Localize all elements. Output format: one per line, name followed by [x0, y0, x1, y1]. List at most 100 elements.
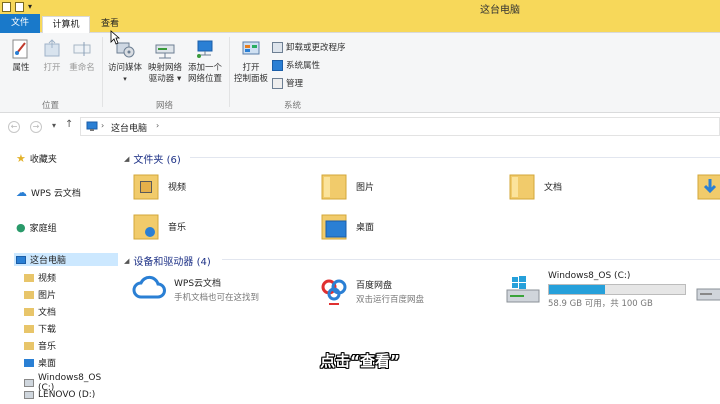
map-network-drive-button[interactable]: 映射网络 驱动器 ▾	[144, 37, 186, 85]
open-icon	[44, 39, 60, 57]
uninstall-label: 卸载或更改程序	[286, 43, 346, 53]
manage-icon	[272, 77, 283, 89]
folder-icon	[24, 307, 34, 316]
uninstall-program-button[interactable]: 卸载或更改程序	[272, 41, 346, 53]
sidebar-item-favorites[interactable]: ★ 收藏夹	[16, 152, 57, 165]
folder-icon	[24, 273, 34, 282]
address-input[interactable]: › 这台电脑 ›	[80, 117, 720, 136]
breadcrumb-separator-icon: ›	[101, 121, 105, 130]
sidebar-item-downloads[interactable]: 下载	[24, 322, 56, 335]
windows-drive-icon	[24, 379, 34, 387]
device-tile-baidu[interactable]: 百度网盘 双击运行百度网盘	[320, 275, 424, 307]
sys-props-label: 系统属性	[286, 61, 321, 71]
manage-label: 管理	[286, 79, 304, 89]
open-button[interactable]: 打开	[38, 37, 66, 74]
folder-tile-desktop[interactable]: 桌面	[320, 211, 374, 241]
windows-drive-icon	[506, 276, 540, 303]
video-folder-icon	[133, 174, 159, 200]
folder-tile-downloads[interactable]	[696, 171, 720, 201]
tab-file[interactable]: 文件	[0, 14, 40, 33]
ribbon: 属性 打开 重命名 位置 访问媒体 ▾ 映射网络 驱动器 ▾ 添加一个 网络位置…	[0, 33, 720, 113]
picture-folder-icon	[321, 174, 347, 200]
open-control-panel-button[interactable]: 打开 控制面板	[232, 37, 270, 85]
access-media-label: 访问媒体	[107, 63, 142, 73]
section-header-devices[interactable]: ◢ 设备和驱动器 (4)	[124, 253, 211, 269]
group-divider	[229, 37, 230, 107]
add-network-location-button[interactable]: 添加一个 网络位置	[184, 37, 226, 85]
device-tile-drive-c[interactable]: Windows8_OS (C:) 58.9 GB 可用，共 100 GB	[506, 271, 686, 309]
network-drive-icon	[155, 44, 175, 59]
chevron-down-icon: ◢	[124, 154, 130, 163]
folder-name: 文档	[544, 182, 563, 193]
system-properties-button[interactable]: 系统属性	[272, 59, 320, 71]
music-folder-icon	[133, 214, 159, 240]
folder-name: 图片	[356, 182, 375, 193]
breadcrumb: 这台电脑	[111, 124, 148, 134]
download-folder-icon	[697, 174, 720, 200]
folder-tile-music[interactable]: 音乐	[132, 211, 186, 241]
rename-button[interactable]: 重命名	[66, 37, 98, 74]
sidebar-item-drive-d[interactable]: LENOVO (D:)	[24, 390, 95, 400]
open-cp-label-2: 控制面板	[233, 74, 268, 84]
sidebar-item-documents[interactable]: 文档	[24, 305, 56, 318]
section-header-folders[interactable]: ◢ 文件夹 (6)	[124, 151, 181, 167]
sidebar-item-wps[interactable]: ☁ WPS 云文档	[16, 186, 81, 199]
sidebar-item-label: WPS 云文档	[31, 189, 81, 199]
properties-icon[interactable]	[2, 2, 11, 12]
sidebar-item-label: 下载	[38, 325, 57, 335]
group-label-network: 网络	[156, 101, 174, 111]
drive-free-space: 58.9 GB 可用，共 100 GB	[548, 299, 653, 309]
folder-tile-videos[interactable]: 视频	[132, 171, 186, 201]
title-bar: ▾ 这台电脑	[0, 0, 720, 16]
breadcrumb-separator-icon: ›	[156, 121, 160, 130]
folder-name: 音乐	[168, 222, 187, 233]
sidebar-item-videos[interactable]: 视频	[24, 271, 56, 284]
drive-icon[interactable]	[696, 283, 720, 303]
properties-button[interactable]: 属性	[6, 37, 36, 74]
group-label-location: 位置	[42, 101, 60, 111]
device-name: 百度网盘	[356, 280, 393, 291]
recent-locations-icon[interactable]: ▾	[52, 121, 56, 130]
device-name: Windows8_OS (C:)	[548, 271, 631, 281]
map-drive-label-1: 映射网络	[147, 63, 182, 73]
customize-icon[interactable]: ▾	[28, 2, 37, 12]
control-panel-icon	[242, 41, 260, 55]
open-cp-label-1: 打开	[242, 63, 260, 73]
sidebar-item-homegroup[interactable]: ● 家庭组	[16, 221, 57, 234]
sidebar-item-label: 收藏夹	[29, 155, 57, 165]
sidebar-item-label: 这台电脑	[30, 256, 67, 266]
section-divider	[222, 259, 720, 260]
map-drive-label-2: 驱动器	[148, 74, 175, 84]
baidu-netdisk-icon	[321, 279, 347, 305]
sidebar-item-label: 图片	[38, 291, 57, 301]
sidebar-item-this-pc[interactable]: 这台电脑	[14, 253, 118, 266]
device-name: WPS云文档	[174, 278, 222, 289]
section-title: 文件夹 (6)	[133, 155, 181, 166]
device-description: 双击运行百度网盘	[356, 294, 425, 305]
up-arrow-icon[interactable]: ↑	[65, 119, 73, 130]
manage-button[interactable]: 管理	[272, 77, 303, 89]
tab-computer[interactable]: 计算机	[42, 16, 90, 34]
section-divider	[190, 157, 720, 158]
document-folder-icon	[509, 174, 535, 200]
drive-icon	[24, 391, 34, 399]
section-title: 设备和驱动器 (4)	[133, 257, 211, 268]
folder-tile-documents[interactable]: 文档	[508, 171, 562, 201]
add-location-label-1: 添加一个	[187, 63, 222, 73]
desktop-folder-icon	[321, 214, 347, 240]
chevron-down-icon: ◢	[124, 256, 130, 265]
network-location-icon	[197, 40, 213, 58]
group-label-system: 系统	[284, 101, 302, 111]
forward-button[interactable]: →	[30, 121, 42, 133]
device-tile-wps[interactable]: WPS云文档 手机文档也可在这找到	[132, 275, 259, 303]
new-folder-icon[interactable]	[15, 2, 24, 12]
ribbon-tabs: 文件 计算机 查看	[0, 14, 720, 34]
back-button[interactable]: ←	[8, 121, 20, 133]
sidebar-item-label: 文档	[38, 308, 57, 318]
sidebar-item-pictures[interactable]: 图片	[24, 288, 56, 301]
quick-access-toolbar: ▾	[2, 2, 37, 12]
folder-tile-pictures[interactable]: 图片	[320, 171, 374, 201]
homegroup-icon: ●	[16, 221, 26, 234]
group-divider	[102, 37, 103, 107]
device-description: 手机文档也可在这找到	[174, 292, 260, 303]
